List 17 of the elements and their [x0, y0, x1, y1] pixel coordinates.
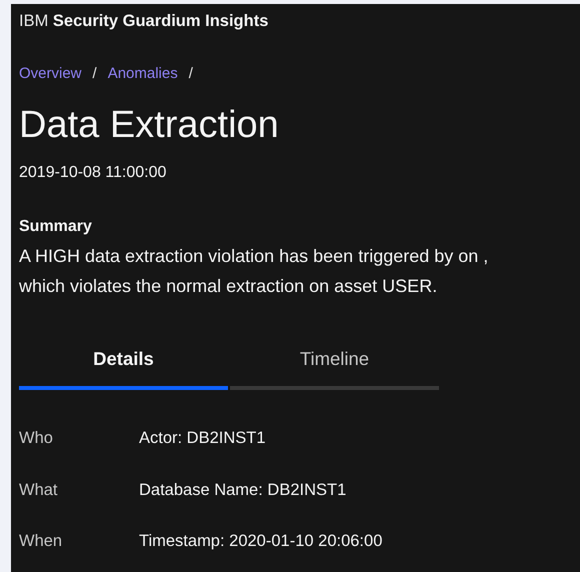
- detail-label: Who: [19, 428, 54, 449]
- detail-value: Actor: DB2INST1: [139, 428, 266, 449]
- breadcrumb-separator: /: [188, 64, 193, 84]
- detail-value: Database Name: DB2INST1: [139, 480, 346, 500]
- detail-label: When: [19, 531, 64, 552]
- breadcrumb-separator: /: [92, 64, 97, 84]
- summary-heading: Summary: [19, 217, 93, 237]
- detail-label: What: [19, 480, 59, 500]
- detail-value: Timestamp: 2020-01-10 20:06:00: [139, 531, 382, 552]
- breadcrumb-link[interactable]: Overview: [19, 63, 82, 85]
- app-title: IBM Security Guardium Insights: [19, 11, 270, 32]
- page-title: Data Extraction: [19, 103, 280, 148]
- tab[interactable]: Details: [19, 345, 228, 390]
- breadcrumb-link[interactable]: Anomalies: [108, 63, 178, 85]
- timestamp: 2019-10-08 11:00:00: [19, 163, 168, 183]
- tab[interactable]: Timeline: [230, 345, 439, 390]
- summary-text: A HIGH data extraction violation has been triggered by on , which violates the normal extraction on asset USER.: [19, 245, 490, 298]
